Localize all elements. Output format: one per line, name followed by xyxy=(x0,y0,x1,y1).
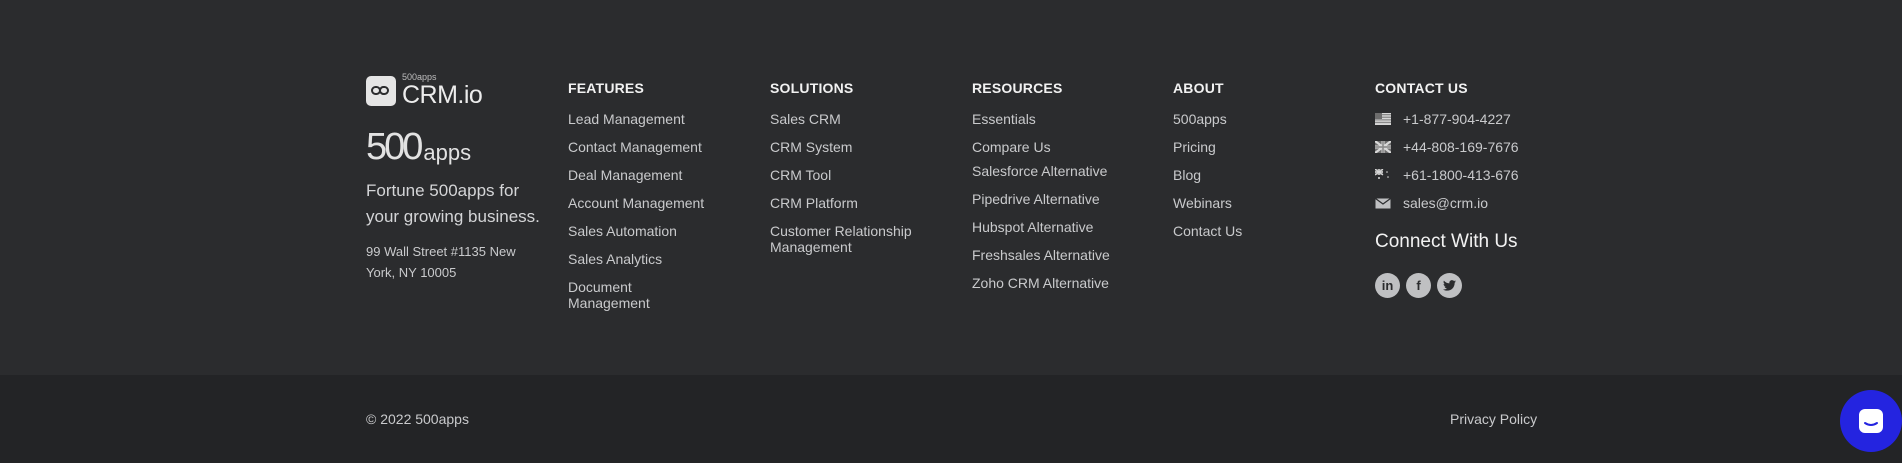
link-crm-platform[interactable]: CRM Platform xyxy=(770,195,940,211)
chat-icon xyxy=(1859,409,1883,433)
about-heading: ABOUT xyxy=(1173,80,1224,96)
us-phone-number: +1-877-904-4227 xyxy=(1403,111,1511,127)
link-lead-management[interactable]: Lead Management xyxy=(568,111,738,127)
footer-bottom-bar xyxy=(0,375,1902,463)
link-sales-analytics[interactable]: Sales Analytics xyxy=(568,251,738,267)
features-heading: FEATURES xyxy=(568,80,645,96)
chat-button[interactable] xyxy=(1840,390,1902,452)
link-document-management[interactable]: Document Management xyxy=(568,279,678,311)
social-links: in f xyxy=(1375,273,1575,298)
logo-main-text: CRM.io xyxy=(402,81,483,109)
mail-icon xyxy=(1375,198,1391,209)
link-account-management[interactable]: Account Management xyxy=(568,195,738,211)
linkedin-icon[interactable]: in xyxy=(1375,273,1400,298)
link-contact-us[interactable]: Contact Us xyxy=(1173,223,1323,239)
connect-heading: Connect With Us xyxy=(1375,231,1518,252)
link-hubspot-alternative[interactable]: Hubspot Alternative xyxy=(972,219,1147,235)
link-crm-tool[interactable]: CRM Tool xyxy=(770,167,940,183)
500apps-logo[interactable]: 500 apps xyxy=(366,128,546,166)
contact-uk-phone[interactable]: +44-808-169-7676 xyxy=(1375,139,1575,155)
500apps-logo-word: apps xyxy=(423,140,472,165)
facebook-icon[interactable]: f xyxy=(1406,273,1431,298)
about-column: ABOUT 500apps Pricing Blog Webinars Cont… xyxy=(1173,80,1323,251)
au-phone-number: +61-1800-413-676 xyxy=(1403,167,1519,183)
link-blog[interactable]: Blog xyxy=(1173,167,1323,183)
footer-main xyxy=(0,0,1902,375)
resources-heading: RESOURCES xyxy=(972,80,1063,96)
uk-flag-icon xyxy=(1375,141,1391,153)
twitter-icon[interactable] xyxy=(1437,273,1462,298)
brand-tagline: Fortune 500apps for your growing busines… xyxy=(366,181,540,226)
contact-heading: CONTACT US xyxy=(1375,80,1468,96)
au-flag-icon xyxy=(1375,169,1391,181)
link-crm-system[interactable]: CRM System xyxy=(770,139,940,155)
link-zoho-crm-alternative[interactable]: Zoho CRM Alternative xyxy=(972,275,1147,291)
company-address: 99 Wall Street #1135 New York, NY 10005 xyxy=(366,244,516,280)
contact-us-phone[interactable]: +1-877-904-4227 xyxy=(1375,111,1575,127)
copyright-text: © 2022 500apps xyxy=(366,411,469,427)
link-compare-us[interactable]: Compare Us xyxy=(972,139,1147,155)
link-freshsales-alternative[interactable]: Freshsales Alternative xyxy=(972,247,1147,263)
link-pipedrive-alternative[interactable]: Pipedrive Alternative xyxy=(972,191,1147,207)
link-deal-management[interactable]: Deal Management xyxy=(568,167,738,183)
link-sales-automation[interactable]: Sales Automation xyxy=(568,223,738,239)
500apps-logo-number: 500 xyxy=(366,126,423,168)
privacy-policy-link[interactable]: Privacy Policy xyxy=(1450,411,1537,427)
features-column: FEATURES Lead Management Contact Managem… xyxy=(568,80,738,323)
link-500apps[interactable]: 500apps xyxy=(1173,111,1323,127)
email-address: sales@crm.io xyxy=(1403,195,1489,211)
contact-column: CONTACT US +1-877-904-4227 +44-808-169-7… xyxy=(1375,80,1575,298)
us-flag-icon xyxy=(1375,113,1391,125)
link-essentials[interactable]: Essentials xyxy=(972,111,1147,127)
contact-au-phone[interactable]: +61-1800-413-676 xyxy=(1375,167,1575,183)
link-customer-relationship-management[interactable]: Customer Relationship Management xyxy=(770,223,930,255)
link-pricing[interactable]: Pricing xyxy=(1173,139,1323,155)
link-sales-crm[interactable]: Sales CRM xyxy=(770,111,940,127)
uk-phone-number: +44-808-169-7676 xyxy=(1403,139,1519,155)
crm-logo-icon xyxy=(366,75,396,106)
resources-column: RESOURCES Essentials Compare Us Salesfor… xyxy=(972,80,1147,303)
brand-column: 500apps CRM.io 500 apps Fortune 500apps … xyxy=(366,73,546,283)
solutions-column: SOLUTIONS Sales CRM CRM System CRM Tool … xyxy=(770,80,940,267)
link-contact-management[interactable]: Contact Management xyxy=(568,139,738,155)
link-salesforce-alternative[interactable]: Salesforce Alternative xyxy=(972,163,1147,179)
solutions-heading: SOLUTIONS xyxy=(770,80,854,96)
contact-email[interactable]: sales@crm.io xyxy=(1375,195,1575,211)
link-webinars[interactable]: Webinars xyxy=(1173,195,1323,211)
crm-logo[interactable]: 500apps CRM.io xyxy=(366,73,546,108)
